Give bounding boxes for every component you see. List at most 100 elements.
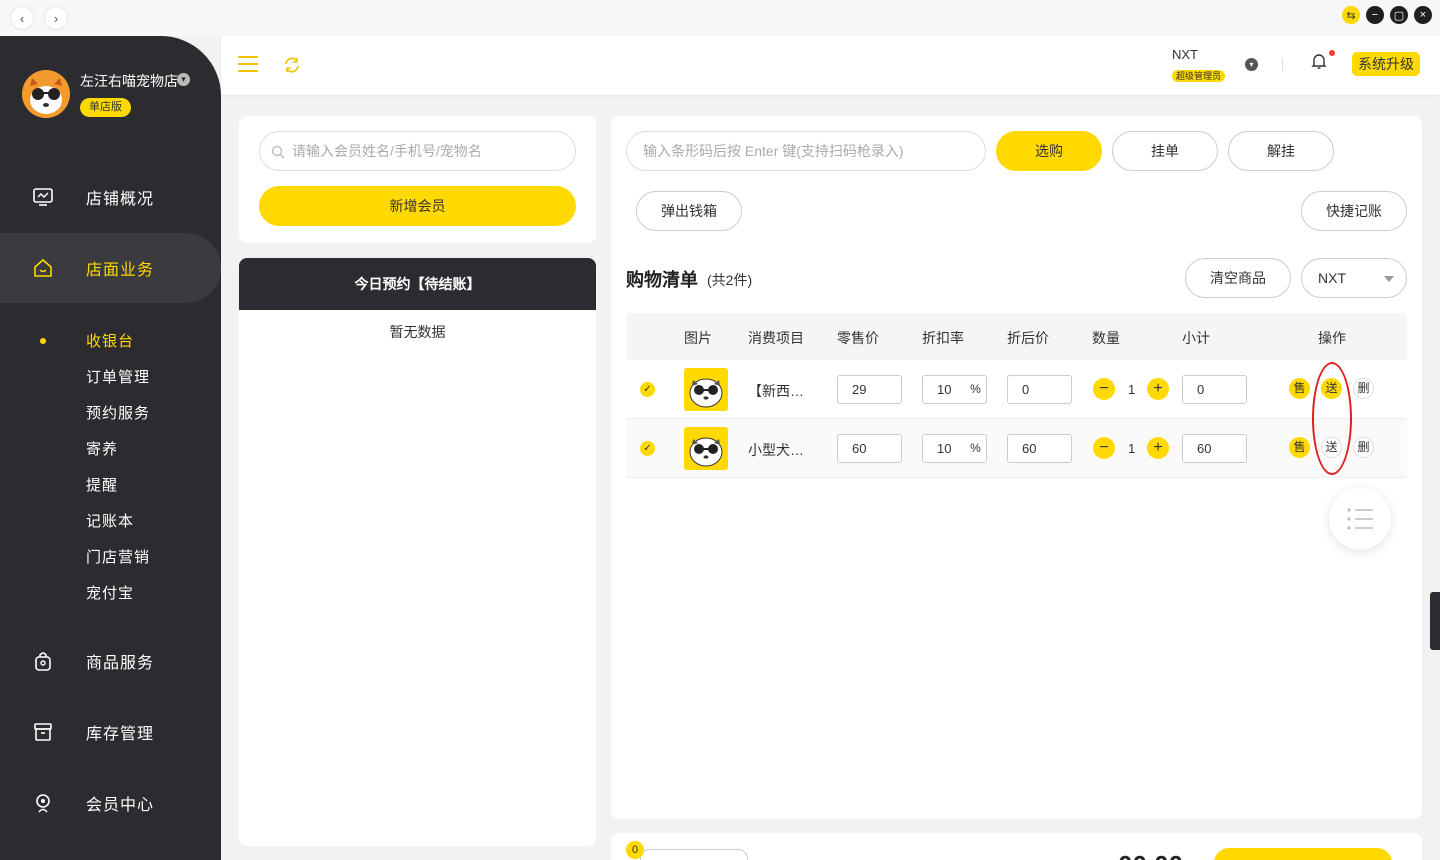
discount-input[interactable]: 10 — [922, 434, 966, 463]
qty-value: 1 — [1128, 441, 1136, 456]
home-icon — [34, 258, 52, 277]
col-qty: 数量 — [1092, 330, 1120, 346]
price-input[interactable]: 60 — [837, 434, 902, 463]
maximize-icon[interactable]: ▢ — [1390, 6, 1408, 24]
sell-button[interactable]: 售 — [1289, 437, 1310, 458]
nav-label: 会员中心 — [86, 797, 155, 814]
close-icon[interactable]: × — [1414, 6, 1432, 24]
sub-item-cashier[interactable]: 收银台 — [86, 330, 134, 351]
col-image: 图片 — [684, 330, 712, 346]
nav-inventory[interactable]: 库存管理 — [0, 697, 221, 767]
top-header: NXT 超级管理员 ▾ 系统升级 — [221, 36, 1440, 95]
discounted-price-input[interactable]: 60 — [1007, 434, 1072, 463]
staff-select-value: NXT — [1318, 270, 1346, 286]
store-avatar[interactable] — [22, 70, 70, 118]
sub-item-orders[interactable]: 订单管理 — [86, 366, 150, 387]
member-search-input[interactable]: 请输入会员姓名/手机号/宠物名 — [259, 131, 576, 171]
qty-minus-button[interactable]: − — [1093, 378, 1115, 400]
monitor-icon — [33, 188, 53, 206]
table-row: ✓ 小型犬… 60 10 % 60 − 1 + 60 售 送 删 — [626, 419, 1407, 478]
nav-label: 店铺概况 — [86, 191, 155, 208]
menu-icon[interactable] — [238, 56, 258, 72]
subtotal-input[interactable]: 60 — [1182, 434, 1247, 463]
appointments-header: 今日预约【待结账】 — [239, 258, 596, 310]
subtotal-input[interactable]: 0 — [1182, 375, 1247, 404]
search-icon — [271, 145, 285, 159]
cart-title: 购物清单 — [626, 270, 698, 290]
add-member-button[interactable]: 新增会员 — [259, 186, 576, 226]
edition-badge: 单店版 — [80, 98, 131, 117]
swap-icon[interactable]: ⇆ — [1342, 6, 1360, 24]
annotation-ellipse — [1312, 362, 1352, 475]
store-name: 左汪右喵宠物店 — [80, 73, 178, 89]
select-goods-button[interactable]: 选购 — [996, 131, 1102, 171]
minimize-icon[interactable]: − — [1366, 6, 1384, 24]
qty-plus-button[interactable]: + — [1147, 437, 1169, 459]
user-icon — [36, 794, 50, 813]
discount-input[interactable]: 10 — [922, 375, 966, 404]
member-selector[interactable] — [640, 849, 748, 860]
sub-item-pay[interactable]: 宠付宝 — [86, 582, 134, 603]
col-item: 消费项目 — [748, 330, 804, 346]
back-arrow-icon[interactable]: ‹ — [10, 6, 34, 30]
forward-arrow-icon[interactable]: › — [44, 6, 68, 30]
member-search-placeholder: 请输入会员姓名/手机号/宠物名 — [292, 143, 482, 159]
sidebar: 左汪右喵宠物店 ▾ 单店版 店铺概况 店面业务 收银台 订单管理 预约服务 寄养… — [0, 36, 221, 860]
price-input[interactable]: 29 — [837, 375, 902, 404]
row-checkbox[interactable]: ✓ — [640, 441, 655, 456]
nav-store-business[interactable]: 店面业务 — [0, 233, 221, 303]
col-discounted-price: 折后价 — [1007, 330, 1049, 346]
percent-suffix: % — [965, 375, 987, 404]
percent-suffix: % — [965, 434, 987, 463]
upgrade-button[interactable]: 系统升级 — [1352, 52, 1420, 76]
nav-label: 店面业务 — [86, 262, 155, 279]
delete-button[interactable]: 删 — [1353, 378, 1374, 399]
side-drawer-handle[interactable] — [1430, 592, 1440, 650]
clear-items-button[interactable]: 清空商品 — [1185, 258, 1291, 298]
qty-value: 1 — [1128, 382, 1136, 397]
appointments-list: 暂无数据 — [239, 310, 596, 846]
nav-products[interactable]: 商品服务 — [0, 626, 221, 696]
sub-item-reminders[interactable]: 提醒 — [86, 474, 118, 495]
user-dropdown-icon[interactable]: ▾ — [1245, 58, 1258, 71]
item-name: 小型犬… — [748, 442, 804, 458]
cart-count: (共2件) — [707, 272, 753, 288]
user-name[interactable]: NXT — [1172, 47, 1198, 62]
checkout-button[interactable] — [1214, 848, 1392, 860]
box-icon — [34, 723, 52, 741]
barcode-input[interactable]: 输入条形码后按 Enter 键(支持扫码枪录入) — [626, 131, 986, 171]
row-checkbox[interactable]: ✓ — [640, 382, 655, 397]
refresh-icon[interactable] — [283, 56, 301, 74]
qty-plus-button[interactable]: + — [1147, 378, 1169, 400]
sub-item-boarding[interactable]: 寄养 — [86, 438, 118, 459]
sub-item-ledger[interactable]: 记账本 — [86, 510, 134, 531]
col-price: 零售价 — [837, 330, 879, 346]
sell-button[interactable]: 售 — [1289, 378, 1310, 399]
store-dropdown-icon[interactable]: ▾ — [177, 73, 190, 86]
cash-drawer-button[interactable]: 弹出钱箱 — [636, 191, 742, 231]
bell-icon[interactable] — [1311, 52, 1327, 70]
nav-members[interactable]: 会员中心 — [0, 768, 221, 838]
quick-bookkeeping-button[interactable]: 快捷记账 — [1301, 191, 1407, 231]
sub-item-appointments[interactable]: 预约服务 — [86, 402, 150, 423]
hold-order-button[interactable]: 挂单 — [1112, 131, 1218, 171]
count-badge: 0 — [626, 841, 644, 859]
cart-table-header: 图片 消费项目 零售价 折扣率 折后价 数量 小计 操作 — [626, 313, 1407, 360]
qty-minus-button[interactable]: − — [1093, 437, 1115, 459]
discounted-price-input[interactable]: 0 — [1007, 375, 1072, 404]
table-row: ✓ 【新西… 29 10 % 0 − 1 + 0 售 送 删 — [626, 360, 1407, 419]
user-role-badge: 超级管理员 — [1172, 70, 1226, 82]
header-divider — [1282, 58, 1283, 72]
empty-text: 暂无数据 — [389, 324, 446, 340]
unhold-order-button[interactable]: 解挂 — [1228, 131, 1334, 171]
col-subtotal: 小计 — [1182, 330, 1210, 346]
delete-button[interactable]: 删 — [1353, 437, 1374, 458]
col-actions: 操作 — [1318, 330, 1346, 346]
sub-item-marketing[interactable]: 门店营销 — [86, 546, 150, 567]
nav-label: 商品服务 — [86, 655, 155, 672]
barcode-placeholder: 输入条形码后按 Enter 键(支持扫码枪录入) — [643, 143, 904, 159]
staff-select[interactable]: NXT — [1301, 258, 1407, 298]
nav-store-overview[interactable]: 店铺概况 — [0, 162, 221, 232]
nav-label: 库存管理 — [86, 726, 155, 743]
list-icon[interactable] — [1329, 488, 1391, 550]
